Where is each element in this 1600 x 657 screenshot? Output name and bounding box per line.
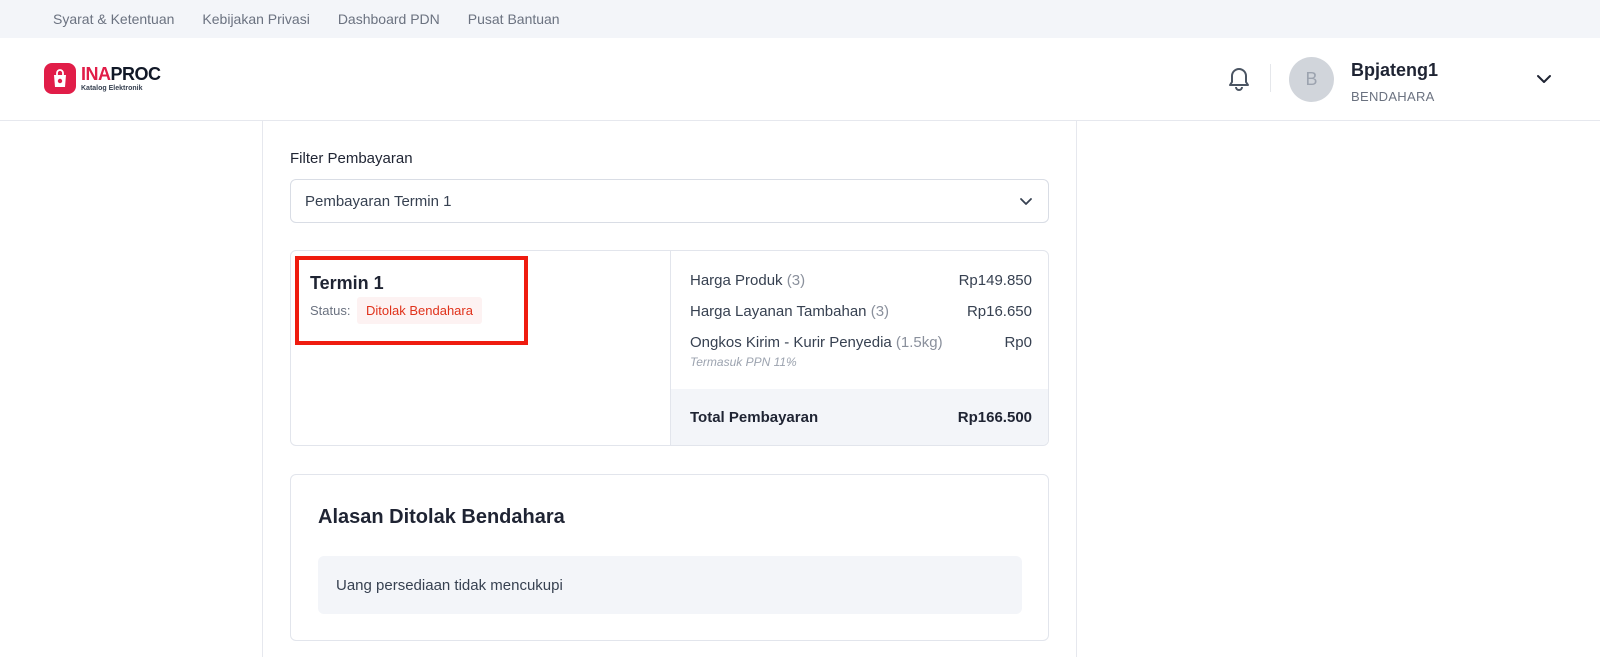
chevron-down-icon[interactable] <box>1535 70 1553 88</box>
summary-row-layanan-tambahan: Harga Layanan Tambahan (3) Rp16.650 <box>690 303 1032 320</box>
summary-row-ongkos-kirim: Ongkos Kirim - Kurir Penyedia (1.5kg) Rp… <box>690 334 1032 351</box>
total-label: Total Pembayaran <box>690 409 819 426</box>
avatar[interactable]: B <box>1289 57 1334 102</box>
payment-term-card: Termin 1 Status: Ditolak Bendahara Harga… <box>290 250 1049 446</box>
payment-filter-value: Pembayaran Termin 1 <box>305 192 452 210</box>
tax-note: Termasuk PPN 11% <box>690 355 797 369</box>
status-label: Status: <box>310 303 351 318</box>
shopping-bag-icon <box>44 63 76 94</box>
chevron-down-icon <box>1018 193 1034 209</box>
inaproc-logo[interactable]: INAPROC Katalog Elektronik <box>44 63 161 94</box>
main-header: INAPROC Katalog Elektronik B Bpjateng1 B… <box>0 38 1600 121</box>
payment-summary: Harga Produk (3) Rp149.850 Harga Layanan… <box>671 251 1048 445</box>
reason-text: Uang persediaan tidak mencukupi <box>318 556 1022 614</box>
logo-wordmark: INAPROC <box>81 64 161 84</box>
link-dashboard-pdn[interactable]: Dashboard PDN <box>338 11 440 27</box>
term-title: Termin 1 <box>310 273 384 293</box>
total-bar: Total Pembayaran Rp166.500 <box>671 389 1048 445</box>
summary-row-harga-produk: Harga Produk (3) Rp149.850 <box>690 272 1032 289</box>
top-utility-bar: Syarat & Ketentuan Kebijakan Privasi Das… <box>0 0 1600 38</box>
reason-title: Alasan Ditolak Bendahara <box>318 506 565 528</box>
payment-filter-select[interactable]: Pembayaran Termin 1 <box>290 179 1049 223</box>
link-kebijakan-privasi[interactable]: Kebijakan Privasi <box>202 11 309 27</box>
link-pusat-bantuan[interactable]: Pusat Bantuan <box>468 11 560 27</box>
status-badge: Ditolak Bendahara <box>357 297 482 324</box>
user-role: BENDAHARA <box>1351 89 1435 104</box>
user-name: Bpjateng1 <box>1351 60 1439 80</box>
filter-label: Filter Pembayaran <box>290 150 413 167</box>
total-value: Rp166.500 <box>957 409 1032 426</box>
rejection-reason-card: Alasan Ditolak Bendahara Uang persediaan… <box>290 474 1049 641</box>
bell-icon[interactable] <box>1226 65 1252 93</box>
link-syarat-ketentuan[interactable]: Syarat & Ketentuan <box>53 11 174 27</box>
header-divider <box>1270 64 1271 92</box>
term-info: Termin 1 Status: Ditolak Bendahara <box>291 251 671 445</box>
logo-subtitle: Katalog Elektronik <box>81 85 143 92</box>
